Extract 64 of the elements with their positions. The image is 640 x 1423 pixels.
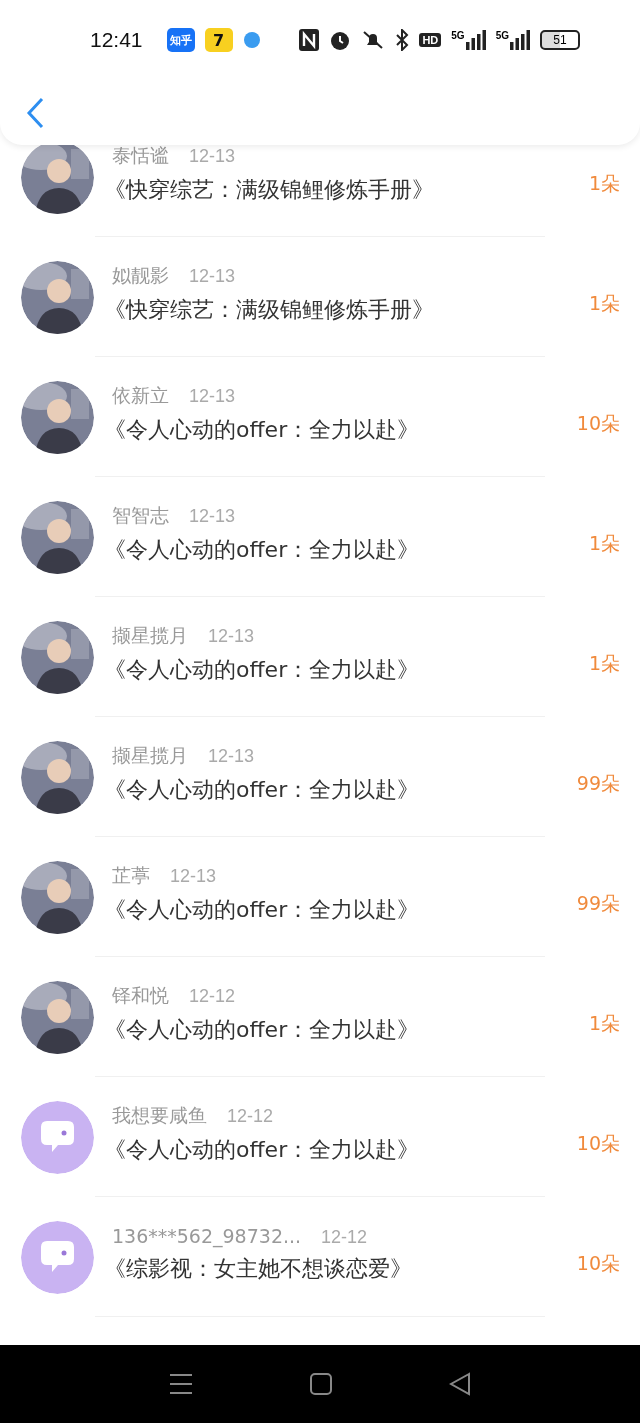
gift-record-item[interactable]: 撷星揽月 12-13 《令人心动的offer：全力以赴》 1朵 [0, 597, 640, 717]
flower-count: 10朵 [576, 1131, 620, 1156]
gift-record-item[interactable]: 芷葶 12-13 《令人心动的offer：全力以赴》 99朵 [0, 837, 640, 957]
status-time: 12:41 [90, 28, 143, 52]
hd-icon: HD [419, 33, 442, 47]
gift-record-item[interactable]: 我想要咸鱼 12-12 《令人心动的offer：全力以赴》 10朵 [0, 1077, 640, 1197]
gift-date: 12-13 [170, 866, 217, 887]
flower-count: 1朵 [588, 291, 620, 316]
user-name: 我想要咸鱼 [112, 1103, 207, 1128]
gift-date: 12-13 [189, 146, 236, 167]
book-title: 《令人心动的offer：全力以赴》 [104, 1136, 421, 1164]
flower-count: 10朵 [576, 411, 620, 436]
user-name: 依新立 [112, 383, 169, 408]
user-name: 泰恬谧 [112, 145, 169, 168]
user-name: 铎和悦 [112, 983, 169, 1008]
book-title: 《令人心动的offer：全力以赴》 [104, 896, 421, 924]
book-title: 《令人心动的offer：全力以赴》 [104, 656, 421, 684]
gift-record-item[interactable]: 泰恬谧 12-13 《快穿综艺：满级锦鲤修炼手册》 1朵 [0, 145, 640, 237]
gift-date: 12-12 [189, 986, 236, 1007]
gift-date: 12-12 [321, 1226, 368, 1248]
alarm-icon [329, 29, 352, 51]
gift-record-item[interactable]: 姒靓影 12-13 《快穿综艺：满级锦鲤修炼手册》 1朵 [0, 237, 640, 357]
flower-count: 1朵 [588, 651, 620, 676]
flower-count: 99朵 [576, 771, 620, 796]
bluetooth-icon [395, 29, 410, 51]
flower-count: 1朵 [588, 171, 620, 196]
gift-date: 12-13 [208, 626, 255, 647]
flower-count: 1朵 [588, 1011, 620, 1036]
gift-record-item[interactable]: 铎和悦 12-12 《令人心动的offer：全力以赴》 1朵 [0, 957, 640, 1077]
user-name: 姒靓影 [112, 263, 169, 288]
user-name: 智智志 [112, 503, 169, 528]
back-icon[interactable] [449, 1372, 472, 1396]
gift-date: 12-13 [208, 746, 255, 767]
flower-count: 1朵 [588, 531, 620, 556]
default-avatar-icon [21, 1220, 94, 1294]
gift-date: 12-13 [189, 386, 236, 407]
home-icon[interactable] [310, 1373, 332, 1395]
flower-count: 99朵 [576, 891, 620, 916]
gift-date: 12-13 [189, 506, 236, 527]
book-title: 《令人心动的offer：全力以赴》 [104, 536, 421, 564]
gift-record-item[interactable]: 136***562_98732... 12-12 《综影视：女主她不想谈恋爱》 10朵 [0, 1197, 640, 1317]
app-icon: 知乎 [166, 28, 195, 52]
user-name: 撷星揽月 [112, 623, 188, 648]
book-title: 《令人心动的offer：全力以赴》 [104, 1016, 421, 1044]
gift-record-item[interactable]: 撷星揽月 12-13 《令人心动的offer：全力以赴》 99朵 [0, 717, 640, 837]
gift-date: 12-12 [227, 1106, 274, 1127]
gift-date: 12-13 [189, 266, 236, 287]
app-icon: 7 [204, 28, 233, 52]
book-title: 《快穿综艺：满级锦鲤修炼手册》 [104, 296, 435, 324]
app-icon [242, 31, 261, 49]
default-avatar-icon [21, 1100, 94, 1174]
battery-icon: 51 [540, 30, 580, 50]
nfc-icon [299, 29, 320, 51]
book-title: 《令人心动的offer：全力以赴》 [104, 776, 421, 804]
user-name: 136***562_98732... [112, 1224, 302, 1247]
book-title: 《综影视：女主她不想谈恋爱》 [104, 1254, 413, 1283]
flower-count: 10朵 [576, 1251, 620, 1276]
gift-record-item[interactable]: 依新立 12-13 《令人心动的offer：全力以赴》 10朵 [0, 357, 640, 477]
gift-record-item[interactable]: 智智志 12-13 《令人心动的offer：全力以赴》 1朵 [0, 477, 640, 597]
user-name: 芷葶 [112, 863, 150, 888]
menu-icon[interactable] [168, 1373, 193, 1395]
user-name: 撷星揽月 [112, 743, 188, 768]
book-title: 《快穿综艺：满级锦鲤修炼手册》 [104, 176, 435, 204]
book-title: 《令人心动的offer：全力以赴》 [104, 416, 421, 444]
